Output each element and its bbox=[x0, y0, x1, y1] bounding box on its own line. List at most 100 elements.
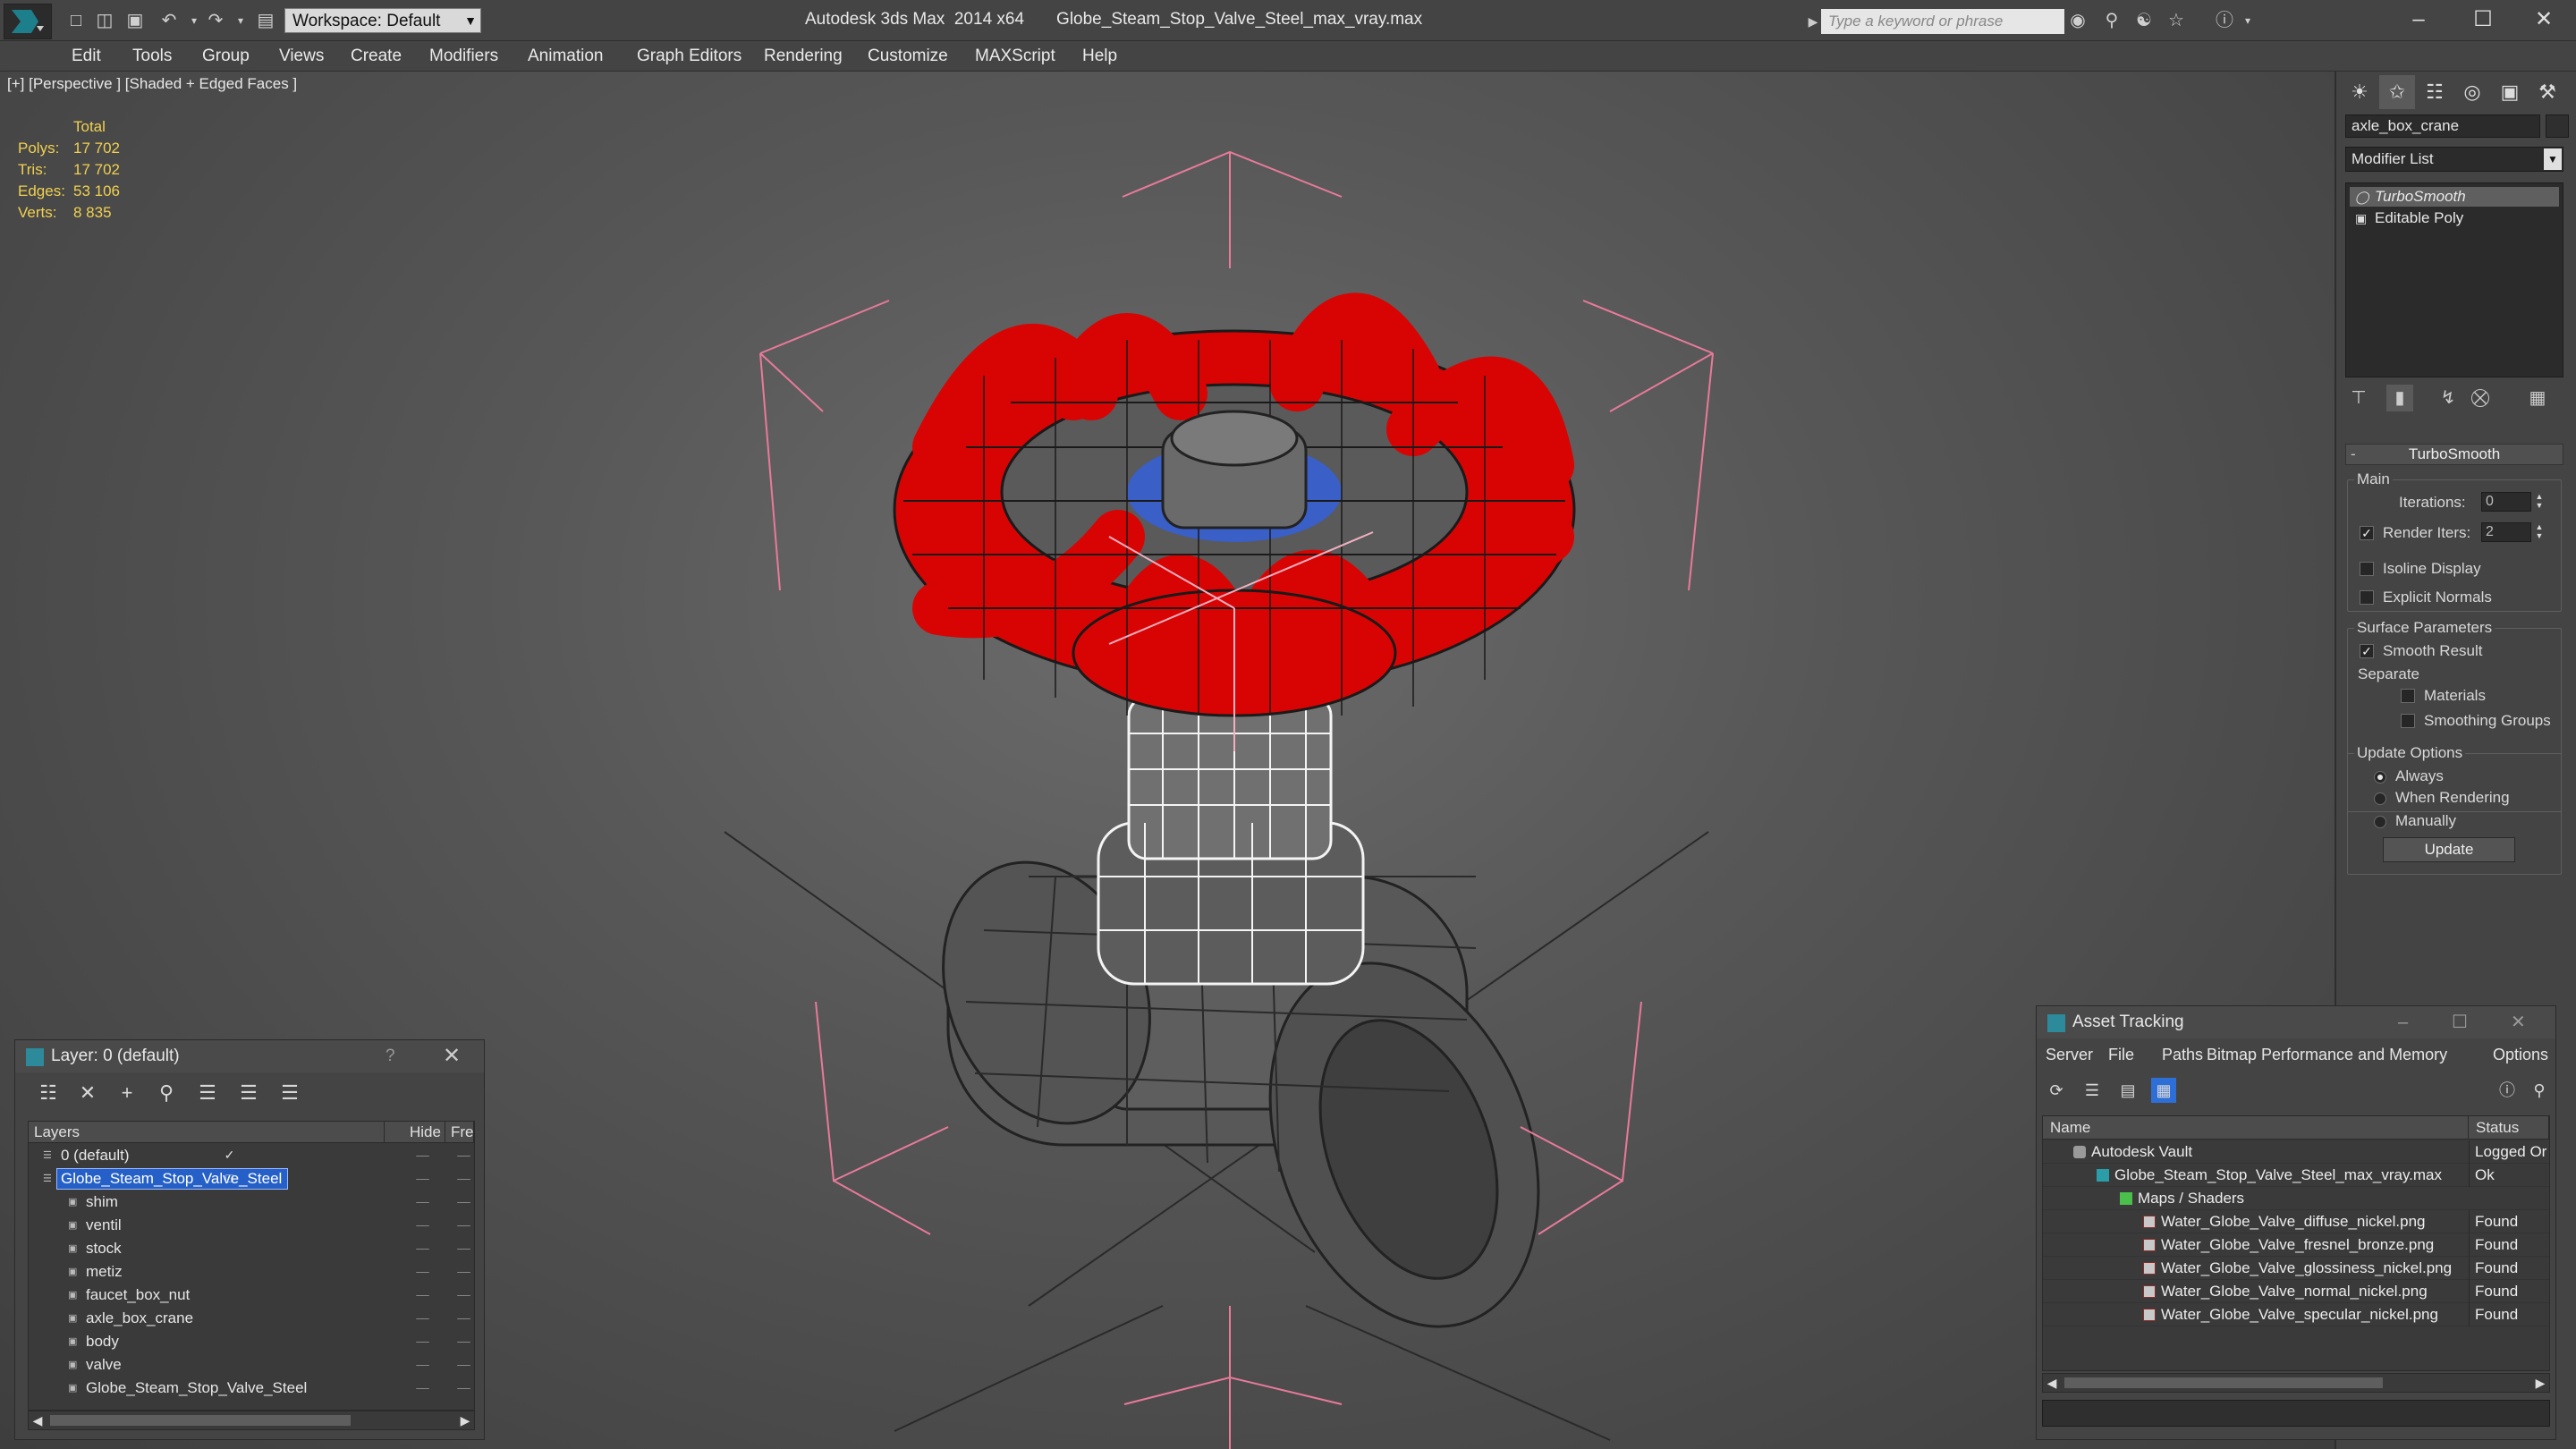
hide-toggle[interactable]: –– bbox=[411, 1215, 433, 1236]
hide-toggle[interactable]: –– bbox=[411, 1145, 433, 1166]
save-file-icon[interactable]: ▣ bbox=[125, 11, 145, 30]
layer-panel-titlebar[interactable]: Layer: 0 (default) ? ✕ bbox=[15, 1040, 484, 1072]
collapse-icon[interactable]: - bbox=[2351, 445, 2356, 463]
freeze-toggle[interactable]: –– bbox=[453, 1354, 474, 1376]
asset-tracking-titlebar[interactable]: Asset Tracking – ☐ ✕ bbox=[2037, 1006, 2555, 1038]
redo-dropdown-icon[interactable]: ▾ bbox=[231, 11, 250, 30]
menu-server[interactable]: Server bbox=[2046, 1046, 2093, 1064]
layer-row[interactable]: ☰ 0 (default) ✓ –– –– bbox=[29, 1145, 474, 1166]
horizontal-scrollbar[interactable]: ◀ ▶ bbox=[28, 1411, 475, 1430]
hide-toggle[interactable]: –– bbox=[411, 1191, 433, 1213]
highlight-layer-icon[interactable]: ☰ bbox=[194, 1080, 221, 1106]
asset-row[interactable]: Water_Globe_Valve_normal_nickel.png Found bbox=[2043, 1280, 2549, 1303]
scroll-left-icon[interactable]: ◀ bbox=[29, 1411, 47, 1429]
menu-customize[interactable]: Customize bbox=[868, 41, 948, 72]
hide-toggle[interactable]: –– bbox=[411, 1168, 433, 1190]
maximize-icon[interactable]: ☐ bbox=[2452, 1006, 2468, 1038]
layer-row[interactable]: ▣ shim –– –– bbox=[29, 1191, 474, 1213]
list-view-icon[interactable]: ☰ bbox=[2080, 1078, 2105, 1103]
set-current-layer-icon[interactable]: □ bbox=[218, 1168, 240, 1190]
when-rendering-radio[interactable] bbox=[2374, 792, 2386, 805]
smoothing-groups-checkbox[interactable] bbox=[2401, 714, 2415, 728]
menu-group[interactable]: Group bbox=[202, 41, 250, 72]
undo-dropdown-icon[interactable]: ▾ bbox=[184, 11, 204, 30]
hierarchy-tab-icon[interactable]: ☷ bbox=[2417, 75, 2453, 109]
scroll-thumb[interactable] bbox=[2064, 1377, 2383, 1388]
hide-toggle[interactable]: –– bbox=[411, 1331, 433, 1352]
search-expand-icon[interactable]: ▶ bbox=[1805, 9, 1821, 34]
expand-plus-icon[interactable]: ▣ bbox=[2355, 211, 2368, 225]
workspace-dropdown[interactable]: Workspace: Default bbox=[284, 8, 481, 33]
isoline-display-checkbox[interactable] bbox=[2360, 562, 2374, 576]
column-header-status[interactable]: Status bbox=[2469, 1116, 2549, 1140]
freeze-toggle[interactable]: –– bbox=[453, 1215, 474, 1236]
favorites-star-icon[interactable]: ☆ bbox=[2166, 11, 2186, 30]
project-folder-icon[interactable]: ▤ bbox=[256, 11, 275, 30]
lightbulb-icon[interactable]: ◯ bbox=[2355, 190, 2369, 204]
utilities-tab-icon[interactable]: ⚒ bbox=[2529, 75, 2565, 109]
menu-create[interactable]: Create bbox=[351, 41, 402, 72]
object-color-swatch[interactable] bbox=[2546, 114, 2569, 138]
asset-row[interactable]: Water_Globe_Valve_fresnel_bronze.png Foun… bbox=[2043, 1233, 2549, 1257]
menu-maxscript[interactable]: MAXScript bbox=[975, 41, 1055, 72]
freeze-toggle[interactable]: –– bbox=[453, 1284, 474, 1306]
layer-row[interactable]: ▣ Globe_Steam_Stop_Valve_Steel –– –– bbox=[29, 1377, 474, 1399]
object-name-field[interactable]: axle_box_crane bbox=[2345, 114, 2540, 138]
freeze-toggle[interactable]: –– bbox=[453, 1191, 474, 1213]
show-end-result-icon[interactable]: ▮ bbox=[2386, 385, 2413, 411]
add-selection-icon[interactable]: + bbox=[114, 1080, 140, 1106]
modifier-list-dropdown[interactable]: Modifier List bbox=[2345, 147, 2563, 172]
hide-toggle[interactable]: –– bbox=[411, 1308, 433, 1329]
freeze-toggle[interactable]: –– bbox=[453, 1238, 474, 1259]
make-unique-icon[interactable]: ↯ bbox=[2435, 385, 2462, 411]
motion-tab-icon[interactable]: ◎ bbox=[2454, 75, 2490, 109]
refresh-icon[interactable]: ⟳ bbox=[2044, 1078, 2069, 1103]
asset-row[interactable]: Water_Globe_Valve_diffuse_nickel.png Foun… bbox=[2043, 1210, 2549, 1233]
update-button[interactable]: Update bbox=[2383, 837, 2515, 862]
column-header-layers[interactable]: Layers bbox=[29, 1122, 385, 1143]
spinner-arrows-icon[interactable]: ▲ ▼ bbox=[2533, 492, 2546, 512]
manually-radio[interactable] bbox=[2374, 816, 2386, 828]
close-button[interactable]: ✕ bbox=[2512, 0, 2576, 41]
select-objects-icon[interactable]: ⚲ bbox=[153, 1080, 180, 1106]
modify-tab-icon[interactable]: ✩ bbox=[2379, 75, 2415, 109]
layer-row[interactable]: ☰ Globe_Steam_Stop_Valve_Steel □ –– –– bbox=[29, 1168, 474, 1190]
column-header-freeze[interactable]: Free: bbox=[445, 1122, 474, 1143]
hide-toggle[interactable]: –– bbox=[411, 1377, 433, 1399]
subscription-icon[interactable]: ⚲ bbox=[2102, 11, 2122, 30]
hide-toggle[interactable]: –– bbox=[411, 1261, 433, 1283]
create-tab-icon[interactable]: ☀ bbox=[2342, 75, 2377, 109]
scroll-thumb[interactable] bbox=[50, 1415, 351, 1426]
binoculars-icon[interactable]: ◉ bbox=[2068, 11, 2088, 30]
menu-options[interactable]: Options bbox=[2493, 1046, 2548, 1064]
pin-stack-icon[interactable]: ⊤ bbox=[2345, 385, 2372, 411]
freeze-toggle[interactable]: –– bbox=[453, 1331, 474, 1352]
app-menu-button[interactable] bbox=[4, 4, 52, 39]
stack-item-turbosmooth[interactable]: ◯ TurboSmooth bbox=[2350, 187, 2559, 207]
column-header-name[interactable]: Name bbox=[2043, 1116, 2469, 1140]
layer-row[interactable]: ▣ faucet_box_nut –– –– bbox=[29, 1284, 474, 1306]
asset-row[interactable]: Water_Globe_Valve_specular_nickel.png Fou… bbox=[2043, 1303, 2549, 1326]
close-icon[interactable]: ✕ bbox=[2511, 1006, 2526, 1038]
menu-file[interactable]: File bbox=[2108, 1046, 2134, 1064]
menu-help[interactable]: Help bbox=[1082, 41, 1117, 72]
current-layer-check-icon[interactable]: ✓ bbox=[218, 1145, 240, 1166]
maximize-button[interactable]: ☐ bbox=[2451, 0, 2515, 41]
freeze-toggle[interactable]: –– bbox=[453, 1377, 474, 1399]
delete-layer-icon[interactable]: ✕ bbox=[74, 1080, 101, 1106]
scroll-right-icon[interactable]: ▶ bbox=[2531, 1374, 2549, 1392]
new-layer-icon[interactable]: ☷ bbox=[35, 1080, 62, 1106]
freeze-all-layers-icon[interactable]: ☰ bbox=[276, 1080, 303, 1106]
freeze-toggle[interactable]: –– bbox=[453, 1168, 474, 1190]
render-iters-spinner[interactable]: 2 bbox=[2481, 522, 2531, 542]
menu-paths[interactable]: Paths bbox=[2162, 1046, 2203, 1064]
asset-row[interactable]: Maps / Shaders bbox=[2043, 1187, 2549, 1210]
layer-row[interactable]: ▣ body –– –– bbox=[29, 1331, 474, 1352]
freeze-toggle[interactable]: –– bbox=[453, 1308, 474, 1329]
menu-animation[interactable]: Animation bbox=[528, 41, 604, 72]
hide-all-layers-icon[interactable]: ☰ bbox=[235, 1080, 262, 1106]
render-iters-checkbox[interactable]: ✓ bbox=[2360, 526, 2374, 540]
always-radio[interactable] bbox=[2374, 771, 2386, 784]
help-icon[interactable]: ⓘ bbox=[2215, 11, 2234, 30]
undo-icon[interactable]: ↶ bbox=[159, 11, 179, 30]
